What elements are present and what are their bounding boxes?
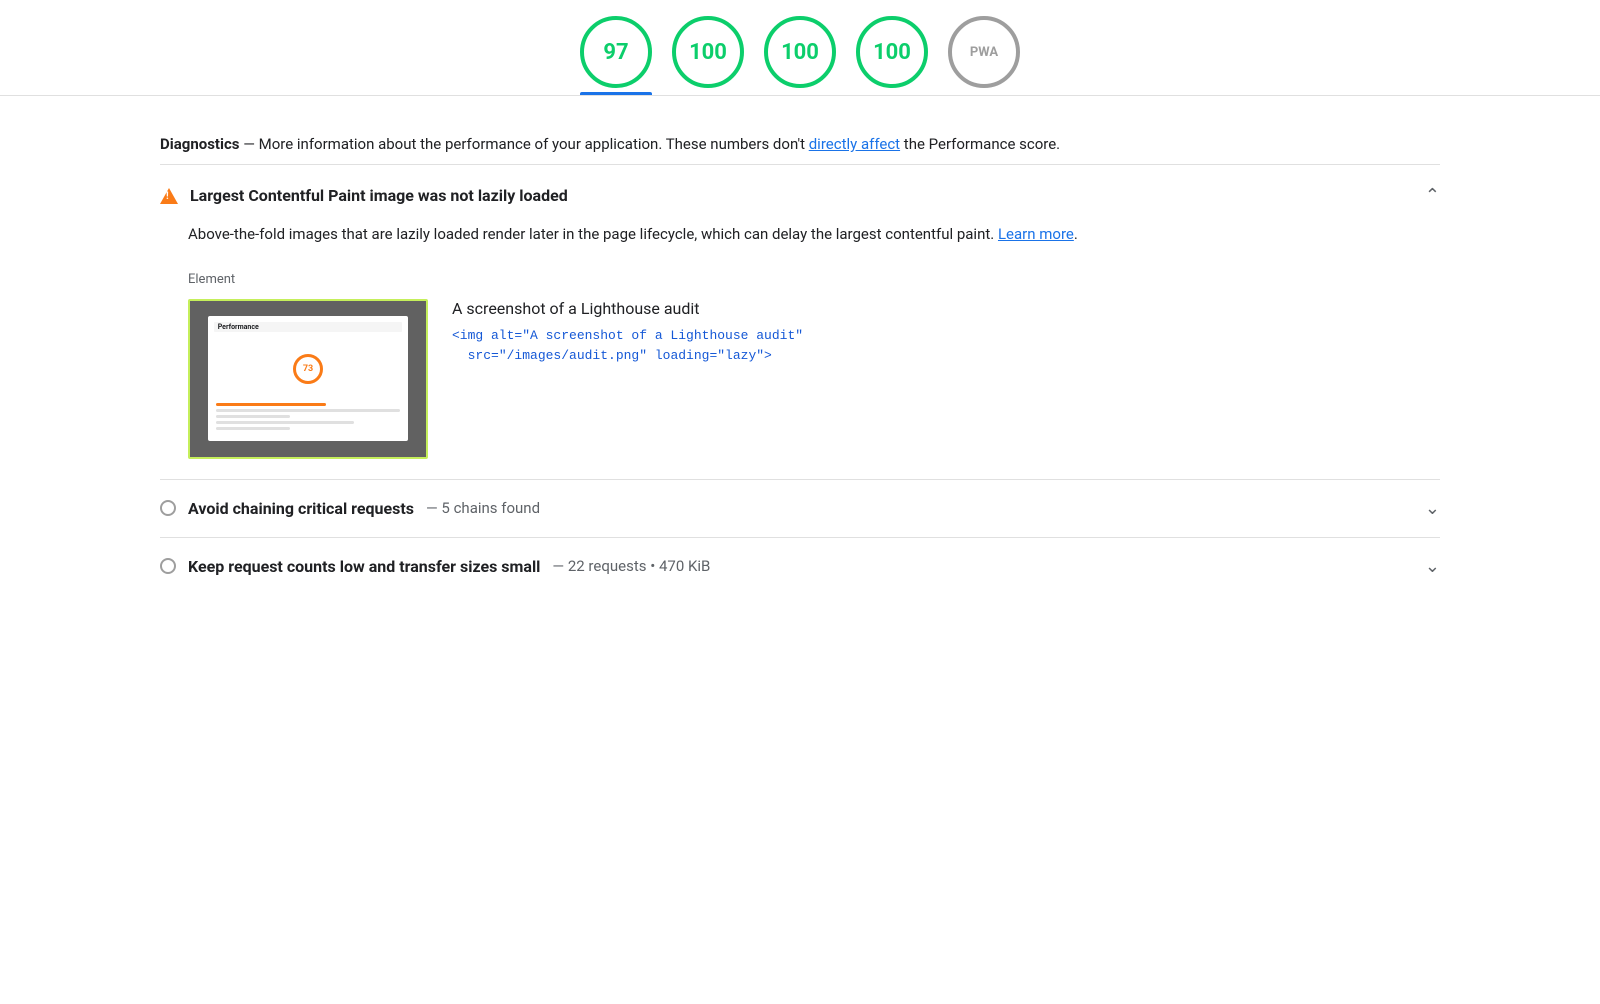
- element-info: A screenshot of a Lighthouse audit <img …: [452, 299, 1440, 368]
- inactive-tab-indicator-4: [948, 92, 1020, 95]
- diagnostics-section: Diagnostics — More information about the…: [160, 108, 1440, 164]
- element-alt-text: A screenshot of a Lighthouse audit: [452, 299, 1440, 318]
- fake-screenshot: 73 Performance: [190, 301, 426, 457]
- audit-critical-title: Avoid chaining critical requests: [188, 499, 414, 518]
- directly-affect-link[interactable]: directly affect: [809, 135, 900, 153]
- fake-lines: [216, 403, 401, 433]
- audit-lcp-body: Above-the-fold images that are lazily lo…: [160, 206, 1440, 459]
- score-accessibility: 100: [672, 16, 744, 88]
- score-pwa: PWA: [948, 16, 1020, 88]
- fake-line-1: [216, 403, 327, 406]
- neutral-icon-1: [160, 500, 176, 516]
- chevron-down-icon-1: ⌄: [1425, 498, 1440, 519]
- fake-line-4: [216, 421, 354, 424]
- audit-critical-meta: — 5 chains found: [426, 499, 540, 517]
- audit-resource-title: Keep request counts low and transfer siz…: [188, 557, 540, 576]
- audit-resource-title-row: Keep request counts low and transfer siz…: [160, 557, 710, 576]
- score-best-practices: 100: [764, 16, 836, 88]
- diagnostics-label: Diagnostics: [160, 135, 239, 153]
- tab-pwa[interactable]: PWA: [948, 16, 1020, 88]
- audit-resource-summary: Keep request counts low and transfer siz…: [160, 537, 1440, 595]
- warning-icon: [160, 188, 178, 204]
- tab-performance[interactable]: 97: [580, 16, 652, 88]
- fake-line-5: [216, 427, 290, 430]
- audit-critical-header[interactable]: Avoid chaining critical requests — 5 cha…: [160, 498, 1440, 519]
- learn-more-link[interactable]: Learn more: [998, 225, 1074, 243]
- element-label: Element: [188, 272, 1440, 287]
- tab-accessibility[interactable]: 100: [672, 16, 744, 88]
- audit-critical-title-row: Avoid chaining critical requests — 5 cha…: [160, 499, 540, 518]
- element-thumbnail: 73 Performance: [188, 299, 428, 459]
- fake-line-2: [216, 409, 401, 412]
- fake-header: Performance: [214, 322, 403, 332]
- audit-title-row: Largest Contentful Paint image was not l…: [160, 186, 568, 205]
- score-performance: 97: [580, 16, 652, 88]
- audit-lcp-description: Above-the-fold images that are lazily lo…: [188, 222, 1440, 248]
- scores-bar: 97 100 100 100 PWA: [0, 0, 1600, 88]
- audit-resource-meta: — 22 requests • 470 KiB: [552, 557, 710, 575]
- fake-line-3: [216, 415, 290, 418]
- chevron-up-icon: ⌃: [1425, 185, 1440, 206]
- tab-seo[interactable]: 100: [856, 16, 928, 88]
- active-tab-indicator: [580, 92, 652, 95]
- audit-lcp-lazy-loaded: Largest Contentful Paint image was not l…: [160, 164, 1440, 479]
- inactive-tab-indicator-3: [856, 92, 928, 95]
- fake-score-circle: 73: [293, 354, 323, 384]
- inactive-tab-indicator-1: [672, 92, 744, 95]
- main-content: Diagnostics — More information about the…: [100, 108, 1500, 595]
- diagnostics-suffix: the Performance score.: [900, 135, 1060, 153]
- tab-best-practices[interactable]: 100: [764, 16, 836, 88]
- audit-critical-requests: Avoid chaining critical requests — 5 cha…: [160, 479, 1440, 537]
- diagnostics-description: — More information about the performance…: [239, 135, 808, 153]
- neutral-icon-2: [160, 558, 176, 574]
- element-code: <img alt="A screenshot of a Lighthouse a…: [452, 326, 1440, 368]
- inactive-tab-indicator-2: [764, 92, 836, 95]
- audit-lcp-header[interactable]: Largest Contentful Paint image was not l…: [160, 185, 1440, 206]
- audit-lcp-title: Largest Contentful Paint image was not l…: [190, 186, 568, 205]
- score-seo: 100: [856, 16, 928, 88]
- chevron-down-icon-2: ⌄: [1425, 556, 1440, 577]
- element-row: 73 Performance: [188, 299, 1440, 459]
- audit-resource-header[interactable]: Keep request counts low and transfer siz…: [160, 556, 1440, 577]
- fake-screenshot-inner: 73 Performance: [208, 316, 409, 441]
